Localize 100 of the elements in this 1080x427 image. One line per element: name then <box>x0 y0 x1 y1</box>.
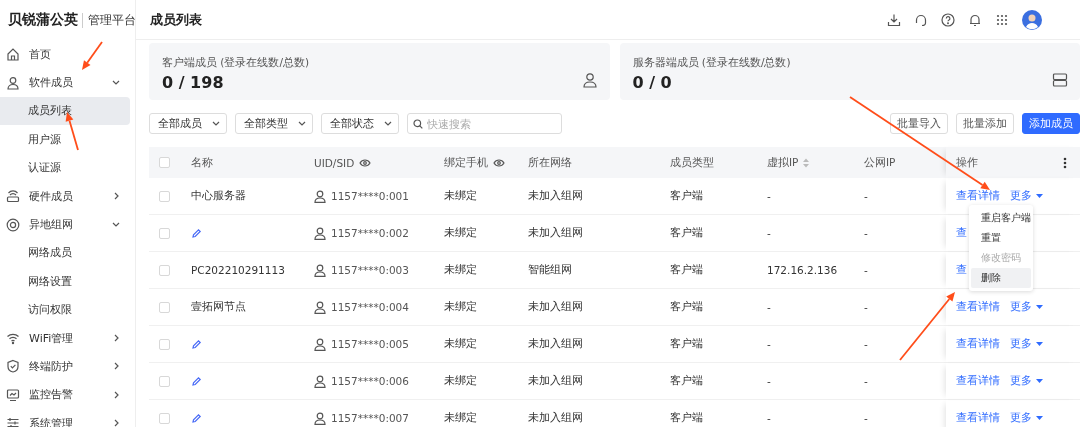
table-cell: 未加入组网 <box>528 226 583 240</box>
caret-down-icon <box>1036 341 1043 347</box>
sidebar-subitem[interactable]: 用户源 <box>0 125 130 154</box>
chevron-right-icon <box>114 334 120 343</box>
table-cell: 1157****0:005 <box>331 338 409 350</box>
home-icon <box>6 47 20 62</box>
checkbox[interactable] <box>159 338 170 350</box>
column-header: 成员类型 <box>670 155 714 170</box>
checkbox[interactable] <box>159 227 170 239</box>
view-details-link[interactable]: 查看详情 <box>956 189 1000 203</box>
checkbox[interactable] <box>159 412 170 424</box>
add-button[interactable]: 添加成员 <box>1022 113 1080 134</box>
menu-item[interactable]: 重置 <box>971 228 1031 248</box>
table-cell: - <box>767 375 771 387</box>
view-details-link[interactable]: 查看详情 <box>956 374 1000 388</box>
table-cell: - <box>767 190 771 202</box>
sidebar-item[interactable]: 硬件成员 <box>0 181 130 211</box>
caret-down-icon <box>1036 304 1043 310</box>
table-cell: 未绑定 <box>444 226 477 240</box>
more-dropdown-link[interactable]: 更多 <box>1010 300 1043 314</box>
chevron-down-icon <box>212 120 220 127</box>
view-details-link[interactable]: 查看详情 <box>956 337 1000 351</box>
chevron-right-icon <box>114 192 120 201</box>
sidebar-subitem[interactable]: 成员列表 <box>0 96 130 126</box>
shield-icon <box>6 359 20 374</box>
sidebar-subitem[interactable]: 认证源 <box>0 153 130 182</box>
table-cell: 未加入组网 <box>528 337 583 351</box>
column-header: 虚拟IP <box>767 155 799 170</box>
checkbox[interactable] <box>159 375 170 387</box>
table-cell: 客户端 <box>670 263 703 277</box>
filter-select[interactable]: 全部类型 <box>235 113 313 134</box>
more-dropdown-link[interactable]: 更多 <box>1010 337 1043 351</box>
search-field[interactable]: 快速搜索 <box>407 113 562 134</box>
edit-icon[interactable] <box>191 375 202 387</box>
caret-down-icon <box>1036 193 1043 199</box>
download-icon[interactable] <box>887 12 901 27</box>
avatar-icon[interactable] <box>1022 9 1042 30</box>
annotation-arrow <box>899 292 955 361</box>
checkbox[interactable] <box>159 301 170 313</box>
person-icon <box>581 72 598 88</box>
sidebar-subitem[interactable]: 网络设置 <box>0 267 130 296</box>
more-dropdown-link[interactable]: 更多 <box>1010 411 1043 425</box>
person-icon <box>6 75 20 90</box>
batch-button[interactable]: 批量导入 <box>890 113 948 134</box>
table-cell: - <box>767 338 771 350</box>
sidebar-item[interactable]: 软件成员 <box>0 68 130 97</box>
checkbox[interactable] <box>159 264 170 276</box>
batch-button[interactable]: 批量添加 <box>956 113 1014 134</box>
table-cell: 未绑定 <box>444 300 477 314</box>
table-cell: 智能组网 <box>528 263 572 277</box>
target-icon <box>6 217 20 232</box>
stat-value: 0 / 0 <box>632 73 672 92</box>
eye-icon <box>359 158 372 167</box>
person-icon <box>314 263 326 277</box>
filter-select[interactable]: 全部状态 <box>321 113 399 134</box>
table-cell: - <box>864 190 868 202</box>
view-details-link[interactable]: 查看详情 <box>956 411 1000 425</box>
table-cell: - <box>864 301 868 313</box>
more-dropdown-link[interactable]: 更多 <box>1010 189 1043 203</box>
sidebar-item[interactable]: 异地组网 <box>0 210 130 239</box>
apps-grid-icon <box>995 12 1009 27</box>
more-vertical-icon[interactable] <box>1063 156 1067 169</box>
edit-icon[interactable] <box>191 338 202 350</box>
edit-icon[interactable] <box>191 227 202 239</box>
table-cell: 未加入组网 <box>528 189 583 203</box>
table-cell: 未绑定 <box>444 337 477 351</box>
view-details-link[interactable]: 查 <box>956 263 967 277</box>
sidebar-item[interactable]: 首页 <box>0 40 130 69</box>
page-title: 成员列表 <box>150 10 203 29</box>
wifi-icon <box>6 331 20 346</box>
chevron-down-icon <box>298 120 306 127</box>
view-details-link[interactable]: 查 <box>956 226 967 240</box>
table-cell: 1157****0:001 <box>331 190 409 202</box>
sidebar-item[interactable]: WiFi管理 <box>0 323 130 353</box>
stat-label: 服务器端成员 (登录在线数/总数) <box>632 56 791 70</box>
stat-label: 客户端成员 (登录在线数/总数) <box>162 56 310 70</box>
edit-icon[interactable] <box>191 412 202 424</box>
product-name: 管理平台 <box>82 12 135 28</box>
sidebar-item[interactable]: 监控告警 <box>0 380 130 410</box>
table-cell: 客户端 <box>670 226 703 240</box>
checkbox[interactable] <box>159 190 170 202</box>
headset-icon <box>914 12 928 27</box>
caret-down-icon <box>1036 415 1043 421</box>
person-icon <box>314 374 326 388</box>
menu-item[interactable]: 重启客户端 <box>971 208 1031 228</box>
more-dropdown-link[interactable]: 更多 <box>1010 374 1043 388</box>
checkbox[interactable] <box>159 157 170 168</box>
column-header: 所在网络 <box>528 155 572 170</box>
table-cell: 客户端 <box>670 300 703 314</box>
chevron-down-icon <box>384 120 392 127</box>
table-cell: 未绑定 <box>444 263 477 277</box>
filter-select[interactable]: 全部成员 <box>149 113 227 134</box>
table-cell: 客户端 <box>670 374 703 388</box>
sidebar-subitem[interactable]: 网络成员 <box>0 238 130 268</box>
sidebar-item[interactable]: 终端防护 <box>0 352 130 381</box>
table-cell: 未绑定 <box>444 374 477 388</box>
menu-item[interactable]: 删除 <box>971 268 1031 288</box>
table-cell: 未加入组网 <box>528 411 583 425</box>
sidebar-subitem[interactable]: 访问权限 <box>0 295 130 324</box>
view-details-link[interactable]: 查看详情 <box>956 300 1000 314</box>
